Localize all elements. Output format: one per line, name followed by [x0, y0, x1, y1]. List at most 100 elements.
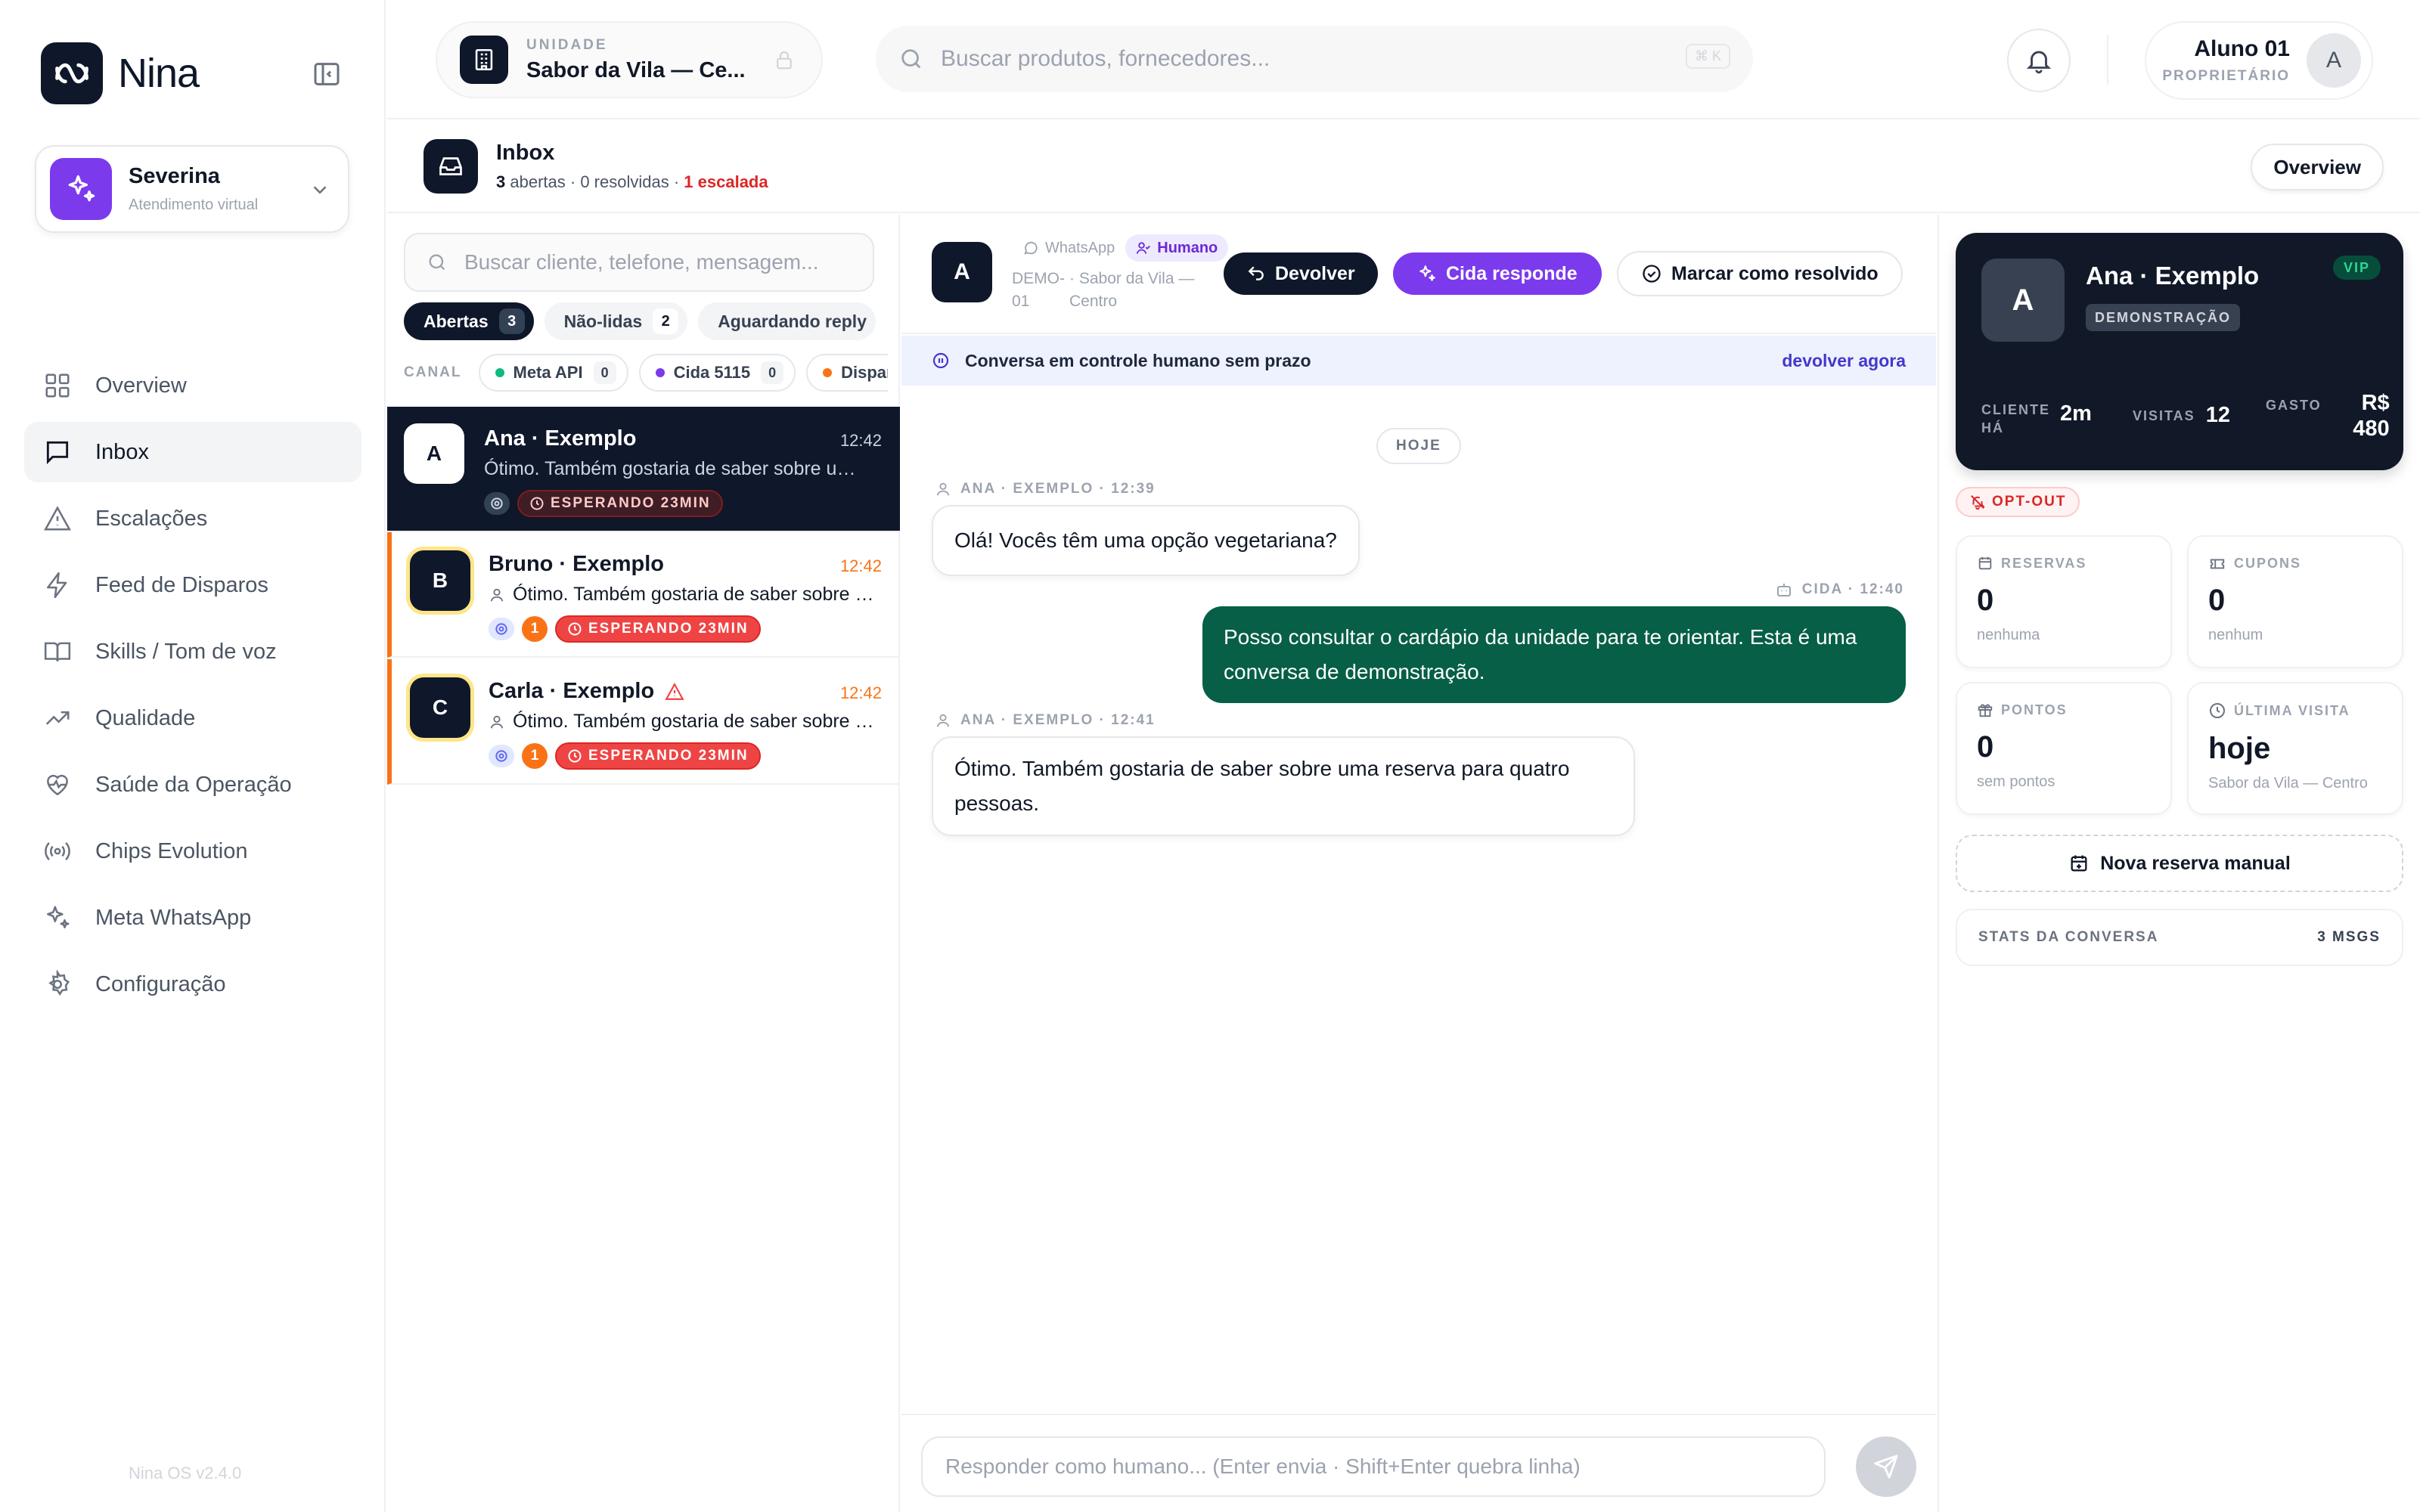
sidebar: Nina Severina Atendimento virtual Overvi… — [0, 0, 386, 1512]
avatar: A — [404, 423, 464, 484]
overview-button[interactable]: Overview — [2251, 144, 2384, 191]
conversation-stats[interactable]: STATS DA CONVERSA 3 MSGS — [1956, 909, 2403, 966]
button-label: Nova reserva manual — [2100, 852, 2291, 874]
channel-chip-meta-api[interactable]: Meta API 0 — [478, 354, 628, 392]
inbox-icon — [424, 139, 478, 194]
stat-card-ultima-visita: ÚLTIMA VISITA hoje Sabor da Vila — Centr… — [2187, 682, 2403, 815]
card-subtitle: Sabor da Vila — Centro — [2208, 775, 2368, 792]
channel-label: Disparos — [841, 363, 888, 382]
stat-value: 2m — [2060, 401, 2092, 426]
stats-value: 3 MSGS — [2317, 929, 2381, 945]
nina-logo-icon — [41, 42, 103, 104]
sidebar-item-qualidade[interactable]: Qualidade — [24, 688, 361, 748]
meta-text: ANA · EXEMPLO · 12:41 — [960, 712, 1156, 728]
stat-card-pontos: PONTOS 0 sem pontos — [1956, 682, 2172, 815]
location: · Sabor da Vila — Centro — [1069, 270, 1195, 310]
tab-nao-lidas[interactable]: Não-lidas 2 — [544, 302, 688, 340]
demo-id: DEMO-01 — [1012, 270, 1065, 310]
mark-resolved-button[interactable]: Marcar como resolvido — [1617, 251, 1903, 296]
channel-count: 0 — [761, 361, 784, 384]
new-reservation-button[interactable]: Nova reserva manual — [1956, 835, 2403, 892]
incoming-message: Ótimo. Também gostaria de saber sobre um… — [932, 736, 1635, 836]
user-name: Aluno 01 — [2194, 36, 2290, 61]
user-icon — [936, 714, 950, 727]
user-menu[interactable]: Aluno 01 PROPRIETÁRIO A — [2145, 21, 2373, 100]
user-icon — [489, 587, 505, 603]
sidebar-item-skills[interactable]: Skills / Tom de voz — [24, 621, 361, 682]
avatar: B — [410, 550, 470, 611]
sidebar-item-chips[interactable]: Chips Evolution — [24, 821, 361, 881]
message-time: 12:42 — [839, 683, 882, 702]
send-button[interactable] — [1856, 1436, 1916, 1497]
return-button[interactable]: Devolver — [1224, 253, 1378, 295]
tab-abertas[interactable]: Abertas 3 — [404, 302, 534, 340]
card-subtitle: sem pontos — [1977, 773, 2055, 790]
sidebar-item-configuracao[interactable]: Configuração — [24, 954, 361, 1015]
app-version: Nina OS v2.4.0 — [129, 1464, 242, 1483]
sidebar-item-escalacoes[interactable]: Escalações — [24, 488, 361, 549]
brand[interactable]: Nina — [41, 42, 200, 104]
button-label: Marcar como resolvido — [1671, 262, 1879, 284]
bell-off-icon — [1971, 495, 1985, 510]
sidebar-item-label: Overview — [95, 373, 187, 398]
sidebar-item-label: Feed de Disparos — [95, 572, 268, 597]
settings-icon — [41, 968, 74, 1001]
user-check-icon — [1137, 242, 1151, 254]
notifications-button[interactable] — [2007, 29, 2071, 92]
inbox-header: Inbox 3 abertas · 0 resolvidas · 1 escal… — [387, 121, 2420, 213]
optout-badge: OPT-OUT — [1956, 487, 2080, 517]
page-title: Inbox — [496, 141, 555, 165]
tab-count: 3 — [498, 308, 525, 334]
heart-pulse-icon — [41, 768, 74, 801]
avatar: C — [410, 677, 470, 738]
mode-badge: Humano — [1125, 234, 1229, 262]
return-now-link[interactable]: devolver agora — [1782, 351, 1906, 371]
sidebar-item-saude[interactable]: Saúde da Operação — [24, 754, 361, 815]
contact-name: Ana · Exemplo — [484, 426, 636, 451]
agent-selector[interactable]: Severina Atendimento virtual — [35, 145, 349, 233]
sidebar-item-label: Inbox — [95, 439, 149, 464]
open-label: abertas · — [510, 172, 576, 191]
sidebar-nav: Overview Inbox Escalações Feed de Dispar… — [24, 355, 361, 1021]
send-icon — [1874, 1455, 1898, 1479]
card-subtitle: nenhum — [2208, 627, 2263, 643]
status-dot — [655, 368, 665, 377]
conversation-list: Buscar cliente, telefone, mensagem... Ab… — [387, 215, 900, 1512]
message-preview: Ótimo. Também gostaria de saber sobre um… — [489, 711, 874, 733]
message-meta: CIDA · 12:40 — [1775, 581, 1904, 599]
bot-icon — [1776, 584, 1791, 596]
card-value: 0 — [2208, 584, 2226, 617]
global-search-input[interactable]: Buscar produtos, fornecedores... ⌘ K — [876, 26, 1753, 92]
card-label: RESERVAS — [2001, 555, 2087, 571]
cida-respond-button[interactable]: Cida responde — [1393, 253, 1602, 295]
channel-icon — [484, 492, 510, 515]
message-square-icon — [41, 435, 74, 469]
reply-input[interactable]: Responder como humano... (Enter envia · … — [921, 1436, 1826, 1497]
sidebar-item-feed-disparos[interactable]: Feed de Disparos — [24, 555, 361, 615]
unit-selector[interactable]: UNIDADE Sabor da Vila — Ce... — [436, 21, 823, 98]
sidebar-collapse-icon[interactable] — [312, 59, 342, 89]
meta-text: CIDA · 12:40 — [1801, 581, 1904, 597]
agent-subtitle: Atendimento virtual — [129, 197, 259, 213]
conversation-search-input[interactable]: Buscar cliente, telefone, mensagem... — [404, 233, 874, 292]
channel-chip-cida[interactable]: Cida 5115 0 — [638, 354, 796, 392]
building-icon — [460, 36, 508, 84]
sidebar-item-meta-whatsapp[interactable]: Meta WhatsApp — [24, 888, 361, 948]
channel-chip-disparos[interactable]: Disparos — [806, 354, 888, 392]
stat-card-reservas: RESERVAS 0 nenhuma — [1956, 535, 2172, 668]
conversation-item[interactable]: B Bruno · Exemplo 12:42 Ótimo. Também go… — [387, 532, 900, 658]
sidebar-item-overview[interactable]: Overview — [24, 355, 361, 416]
sidebar-item-inbox[interactable]: Inbox — [24, 422, 361, 482]
sidebar-item-label: Escalações — [95, 506, 208, 531]
conversation-item[interactable]: C Carla · Exemplo 12:42 Ótimo. Também go… — [387, 659, 900, 785]
waiting-badge: ESPERANDO 23MIN — [517, 490, 723, 517]
channel-label: Meta API — [513, 363, 583, 382]
tab-aguardando-reply[interactable]: Aguardando reply — [698, 302, 876, 340]
location-text: Sabor da Vila — Centro — [1069, 270, 1195, 310]
stat-client-since: CLIENTE HÁ 2m — [1981, 401, 2092, 437]
calendar-plus-icon — [2071, 855, 2087, 872]
ticket-icon — [2210, 559, 2225, 569]
lock-icon — [773, 48, 796, 71]
conversation-item[interactable]: A Ana · Exemplo 12:42 Ótimo. Também gost… — [387, 407, 900, 532]
inbox-summary: 3 abertas · 0 resolvidas · 1 escalada — [496, 172, 768, 192]
